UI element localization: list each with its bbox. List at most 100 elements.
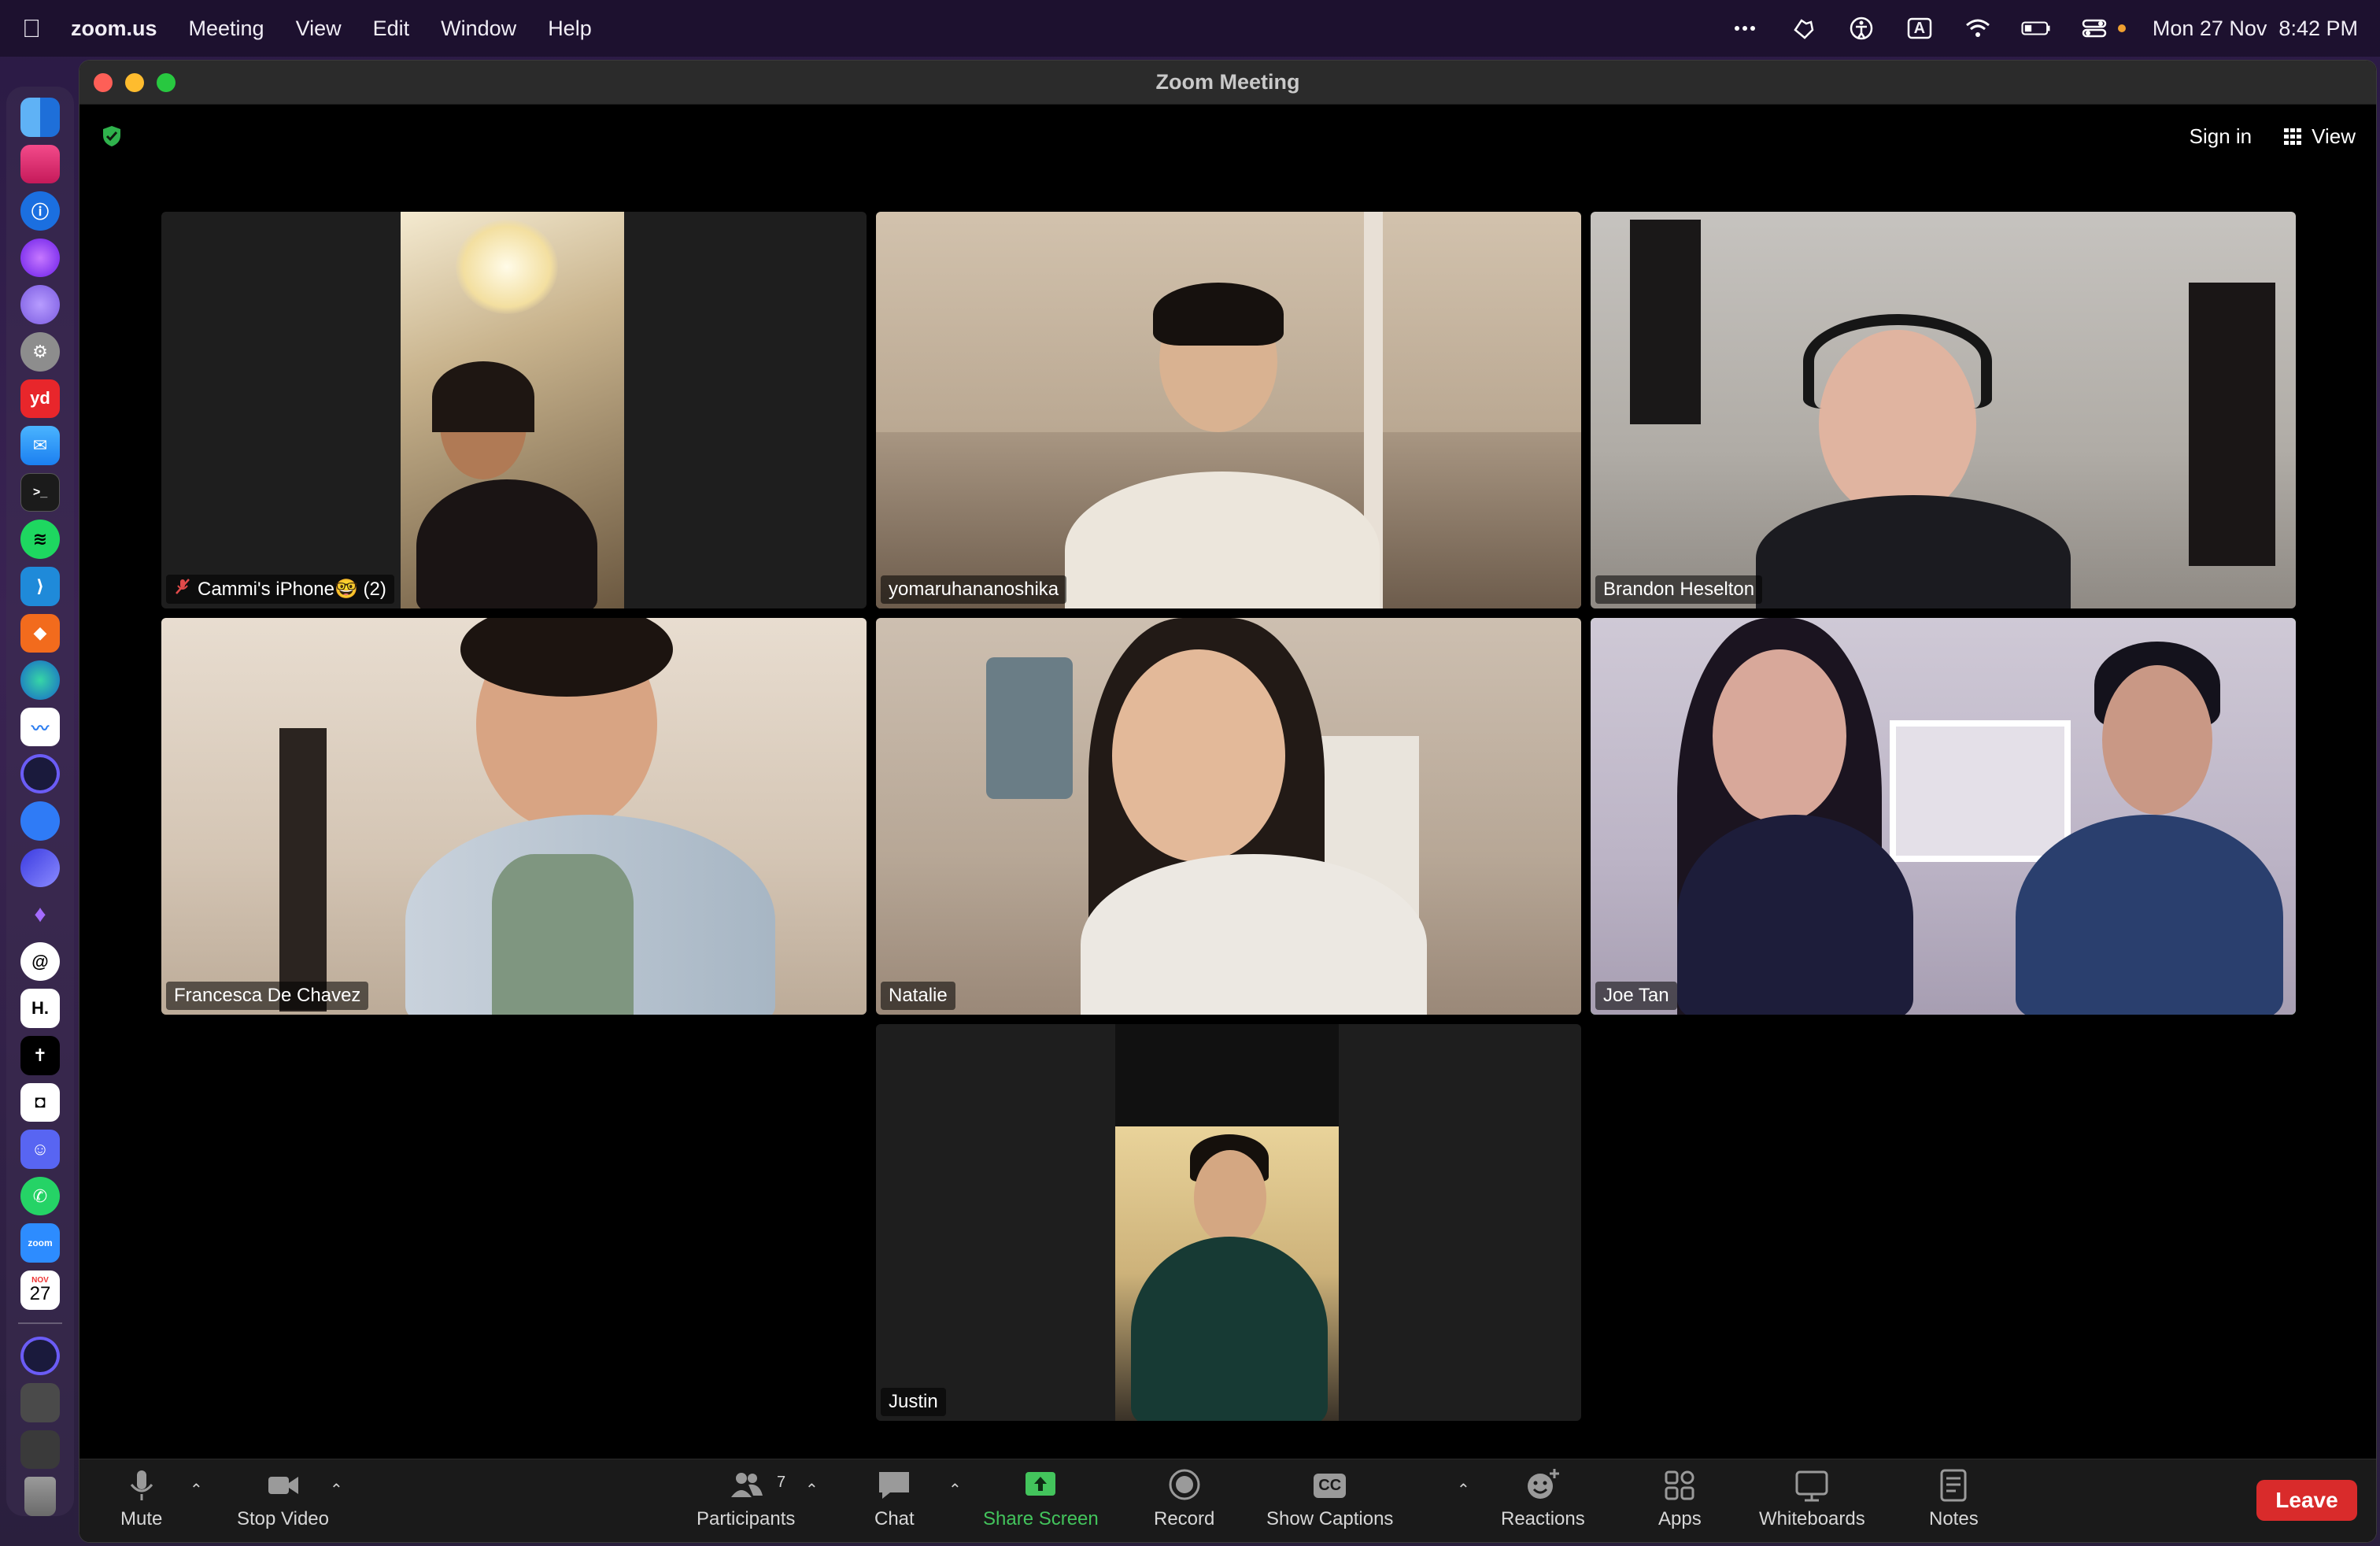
show-captions-label: Show Captions [1266,1508,1394,1529]
participant-name-tag: yomaruhananoshika [881,575,1067,604]
apps-button[interactable]: Apps [1658,1467,1702,1530]
zoom-dock-icon[interactable]: zoom [20,1223,60,1263]
system-settings-icon[interactable]: ⚙ [20,331,60,372]
accessibility-icon[interactable] [1846,13,1877,44]
video-tile-yomaru[interactable]: yomaruhananoshika [876,212,1581,608]
video-grid: Cammi's iPhone🤓 (2) yomaruhananoshika Br… [79,61,2376,1542]
participant-name: Cammi's iPhone🤓 (2) [198,579,386,600]
video-tile-cammi[interactable]: Cammi's iPhone🤓 (2) [161,212,867,608]
participants-icon [730,1473,763,1497]
mute-button[interactable]: Mute [120,1467,162,1530]
participant-name: yomaruhananoshika [889,579,1059,600]
record-label: Record [1154,1508,1215,1529]
wifi-icon[interactable] [1962,13,1994,44]
mute-label: Mute [120,1508,163,1529]
participants-options-chevron-icon[interactable]: ⌃ [805,1480,819,1499]
messenger-icon[interactable] [20,801,60,841]
captions-badge: CC [1314,1473,1347,1498]
zoom-window: Zoom Meeting Sign in View Cammi's iPhone… [79,60,2377,1543]
keyboard-input-icon[interactable]: A [1904,13,1935,44]
finder-icon[interactable] [20,98,60,137]
trash-icon[interactable] [24,1477,56,1516]
app-icon-dark[interactable]: ✝ [20,1035,60,1075]
browser-violet-icon[interactable] [20,285,60,324]
menu-edit[interactable]: Edit [373,17,410,41]
share-screen-button[interactable]: Share Screen [983,1467,1099,1530]
terminal-icon[interactable]: >_ [20,472,60,512]
reactions-label: Reactions [1501,1508,1585,1529]
app-icon-orange[interactable]: ◆ [20,613,60,653]
participant-name-tag: Francesca De Chavez [166,982,369,1010]
grab-hand-icon[interactable] [1787,13,1819,44]
discord-icon[interactable]: ☺ [20,1130,60,1169]
stop-video-button[interactable]: Stop Video [237,1467,329,1530]
participants-count: 7 [777,1474,786,1491]
smiley-plus-icon [1528,1469,1560,1499]
whatsapp-icon[interactable]: ✆ [20,1176,60,1216]
menu-app-name[interactable]: zoom.us [71,17,157,41]
apps-icon [1665,1470,1694,1500]
vscode-icon[interactable]: ⟩ [20,566,60,606]
threads-icon[interactable]: @ [20,941,60,982]
menu-view[interactable]: View [296,17,342,41]
downloads-folder-icon[interactable] [20,1429,60,1470]
app-icon-flame[interactable]: ♦ [20,895,60,934]
video-tile-natalie[interactable]: Natalie [876,618,1581,1015]
menu-meeting[interactable]: Meeting [189,17,264,41]
chat-button[interactable]: Chat [874,1467,915,1530]
leave-button[interactable]: Leave [2256,1480,2357,1521]
app-icon-stripes[interactable] [20,848,60,888]
arc-icon[interactable] [20,754,60,793]
video-tile-justin[interactable]: Justin [876,1024,1581,1421]
h-app-icon[interactable]: H. [20,989,60,1028]
onepassword-icon[interactable]: ⓘ [20,191,60,231]
dock: ⓘ ⚙ yd ✉ >_ ≋ ⟩ ◆ 〰 ♦ @ H. ✝ ◘ ☺ ✆ zoom … [6,87,74,1516]
reactions-button[interactable]: Reactions [1501,1467,1585,1530]
control-center-icon[interactable] [2079,13,2110,44]
participant-name: Brandon Heselton [1603,579,1755,600]
participant-name-tag: Joe Tan [1595,982,1677,1010]
notes-button[interactable]: Notes [1929,1467,1979,1530]
participant-name: Natalie [889,985,948,1006]
whiteboards-button[interactable]: Whiteboards [1759,1467,1865,1530]
video-tile-francesca[interactable]: Francesca De Chavez [161,618,867,1015]
audio-options-chevron-icon[interactable]: ⌃ [190,1480,204,1499]
share-screen-icon [1026,1472,1056,1496]
notes-icon [1940,1469,1967,1502]
menu-clock[interactable]: Mon 27 Nov 8:42 PM [2153,17,2358,41]
record-button[interactable]: Record [1154,1467,1214,1530]
spotify-icon[interactable]: ≋ [20,520,60,559]
video-tile-joe-tan[interactable]: Joe Tan [1591,618,2296,1015]
browser-purple-icon[interactable] [20,238,60,278]
battery-icon[interactable] [2020,13,2052,44]
captions-options-chevron-icon[interactable]: ⌃ [1457,1480,1471,1499]
freeform-icon[interactable]: 〰 [20,707,60,747]
video-feed [876,618,1581,1015]
meeting-toolbar: Mute ⌃ Stop Video ⌃ Participants 7 ⌃ Cha… [79,1459,2376,1542]
menu-window[interactable]: Window [441,17,516,41]
calendar-icon[interactable]: NOV 27 [20,1270,60,1310]
keyboard-input-label: A [1913,19,1926,37]
chat-options-chevron-icon[interactable]: ⌃ [948,1480,963,1499]
notes-label: Notes [1929,1508,1979,1529]
arc-small-icon[interactable] [20,1336,60,1376]
edge-icon[interactable] [20,660,60,700]
video-tile-brandon[interactable]: Brandon Heselton [1591,212,2296,608]
stop-video-label: Stop Video [237,1508,329,1529]
mail-icon[interactable]: ✉ [20,426,60,465]
chat-bubble-icon [879,1472,910,1499]
participant-name-tag: Natalie [881,982,955,1010]
participant-name: Francesca De Chavez [174,985,361,1006]
more-dots-icon[interactable] [1729,13,1761,44]
video-camera-icon [268,1477,298,1494]
screenshot-folder-icon[interactable] [20,1383,60,1422]
yd-app-icon[interactable]: yd [20,379,60,419]
video-feed [161,618,867,1015]
video-feed [1115,1024,1339,1421]
app-icon-white[interactable]: ◘ [20,1082,60,1123]
video-options-chevron-icon[interactable]: ⌃ [330,1480,344,1499]
show-captions-button[interactable]: CC Show Captions [1266,1467,1393,1530]
apple-menu-icon[interactable]:  [22,14,57,43]
menu-help[interactable]: Help [548,17,592,41]
app-icon-pink[interactable] [20,144,60,184]
